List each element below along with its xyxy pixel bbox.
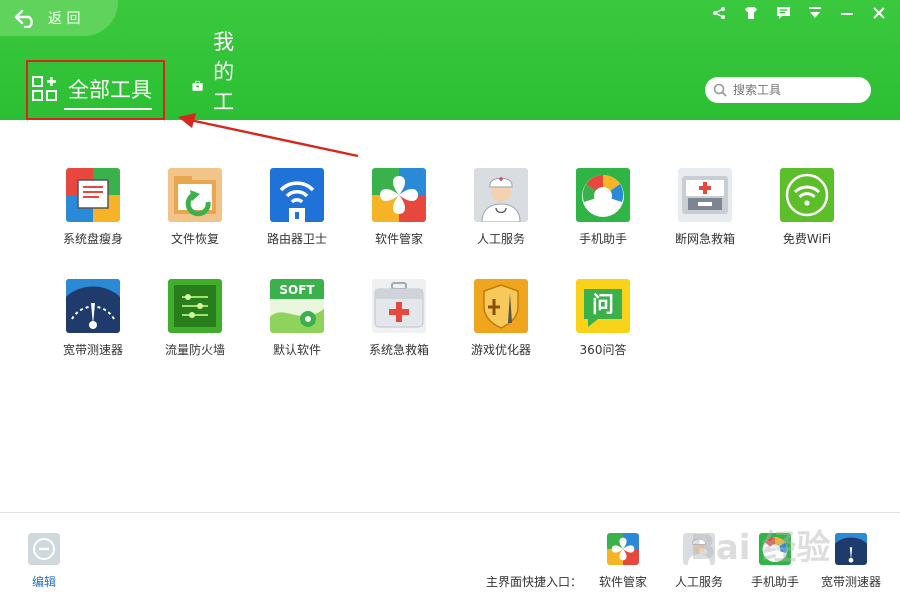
software-manager-icon bbox=[607, 533, 639, 565]
phone-assistant-icon bbox=[576, 168, 630, 222]
disk-slim-icon bbox=[66, 168, 120, 222]
tool-item[interactable]: 系统急救箱 bbox=[349, 279, 449, 358]
tool-label: 路由器卫士 bbox=[266, 232, 327, 246]
human-service-icon bbox=[474, 168, 528, 222]
close-icon[interactable] bbox=[870, 5, 888, 21]
tool-label: 文件恢复 bbox=[170, 232, 219, 246]
router-guard-icon bbox=[270, 168, 324, 222]
game-optimizer-icon bbox=[474, 279, 528, 333]
phone-assistant-icon bbox=[759, 533, 791, 565]
tool-label: 流量防火墙 bbox=[164, 343, 225, 357]
share-icon[interactable] bbox=[710, 5, 728, 21]
tool-item[interactable]: 人工服务 bbox=[451, 168, 551, 247]
search-input[interactable] bbox=[731, 82, 865, 98]
tool-label: 断网急救箱 bbox=[674, 232, 735, 246]
tool-label: 宽带测速器 bbox=[62, 343, 123, 357]
active-tab-underline bbox=[64, 108, 152, 110]
minus-circle-icon bbox=[28, 533, 60, 565]
search-box[interactable] bbox=[705, 77, 871, 103]
header-bar: 返 回 全部工具 我的工具 搜索工具 bbox=[0, 0, 900, 144]
tool-item[interactable]: 系统盘瘦身 bbox=[43, 168, 143, 247]
tab-my-tools[interactable]: 我的工具 bbox=[192, 30, 249, 144]
minimize-icon[interactable] bbox=[838, 5, 856, 21]
speedtest-icon bbox=[66, 279, 120, 333]
grid-plus-icon bbox=[32, 76, 57, 101]
qa-icon: 问 bbox=[576, 279, 630, 333]
shortcut-label: 软件管家 bbox=[598, 575, 647, 589]
free-wifi-icon bbox=[780, 168, 834, 222]
tool-item[interactable]: 宽带测速器 bbox=[43, 279, 143, 358]
shortcut-item[interactable]: 手机助手 bbox=[735, 533, 815, 590]
shortcut-label: 宽带测速器 bbox=[820, 575, 881, 589]
system-firstaid-icon bbox=[372, 279, 426, 333]
tool-label: 360问答 bbox=[579, 343, 627, 357]
tool-item[interactable]: SOFT 默认软件 bbox=[247, 279, 347, 358]
software-manager-icon bbox=[372, 168, 426, 222]
tool-label: 默认软件 bbox=[272, 343, 321, 357]
toolbox-icon bbox=[192, 80, 203, 91]
search-icon bbox=[713, 83, 727, 97]
shortcut-item[interactable]: 人工服务 bbox=[659, 533, 739, 590]
tool-label: 游戏优化器 bbox=[470, 343, 531, 357]
traffic-firewall-icon bbox=[168, 279, 222, 333]
tool-label: 手机助手 bbox=[578, 232, 627, 246]
speedtest-icon bbox=[835, 533, 867, 565]
tab-all-tools[interactable]: 全部工具 bbox=[26, 60, 165, 120]
back-arrow-icon bbox=[14, 9, 33, 28]
svg-text:问: 问 bbox=[592, 293, 614, 318]
svg-text:SOFT: SOFT bbox=[279, 283, 315, 297]
tool-item[interactable]: 手机助手 bbox=[553, 168, 653, 247]
message-icon[interactable] bbox=[774, 5, 792, 21]
network-firstaid-icon bbox=[678, 168, 732, 222]
tool-item[interactable]: 游戏优化器 bbox=[451, 279, 551, 358]
tool-label: 人工服务 bbox=[476, 232, 525, 246]
tool-item[interactable]: 路由器卫士 bbox=[247, 168, 347, 247]
back-label: 返 回 bbox=[48, 11, 81, 27]
footer-bar: 编辑 主界面快捷入口： 软件管家 人工服务 手机助手 宽带测速器 bbox=[0, 512, 900, 601]
back-button[interactable]: 返 回 bbox=[14, 7, 80, 29]
tool-label: 系统盘瘦身 bbox=[62, 232, 123, 246]
tool-item[interactable]: 文件恢复 bbox=[145, 168, 245, 247]
tool-label: 免费WiFi bbox=[782, 232, 832, 246]
human-service-icon bbox=[683, 533, 715, 565]
shortcut-item[interactable]: 宽带测速器 bbox=[811, 533, 891, 590]
tab-all-label: 全部工具 bbox=[68, 78, 152, 102]
annotation-arrow bbox=[178, 113, 359, 158]
shortcut-heading: 主界面快捷入口： bbox=[486, 575, 583, 589]
shortcut-item[interactable]: 软件管家 bbox=[583, 533, 663, 590]
tool-item[interactable]: 断网急救箱 bbox=[655, 168, 755, 247]
file-recovery-icon bbox=[168, 168, 222, 222]
skin-icon[interactable] bbox=[742, 5, 760, 21]
tool-item[interactable]: 流量防火墙 bbox=[145, 279, 245, 358]
tool-item[interactable]: 问 360问答 bbox=[553, 279, 653, 358]
tool-item[interactable]: 软件管家 bbox=[349, 168, 449, 247]
shortcut-label: 人工服务 bbox=[674, 575, 723, 589]
edit-label: 编辑 bbox=[31, 575, 56, 589]
default-software-icon: SOFT bbox=[270, 279, 324, 333]
edit-button[interactable]: 编辑 bbox=[28, 533, 60, 590]
tool-label: 系统急救箱 bbox=[368, 343, 429, 357]
shortcut-label: 手机助手 bbox=[750, 575, 799, 589]
menu-icon[interactable] bbox=[806, 5, 824, 21]
tool-item[interactable]: 免费WiFi bbox=[757, 168, 857, 247]
tool-label: 软件管家 bbox=[374, 232, 423, 246]
window-controls bbox=[710, 5, 888, 21]
